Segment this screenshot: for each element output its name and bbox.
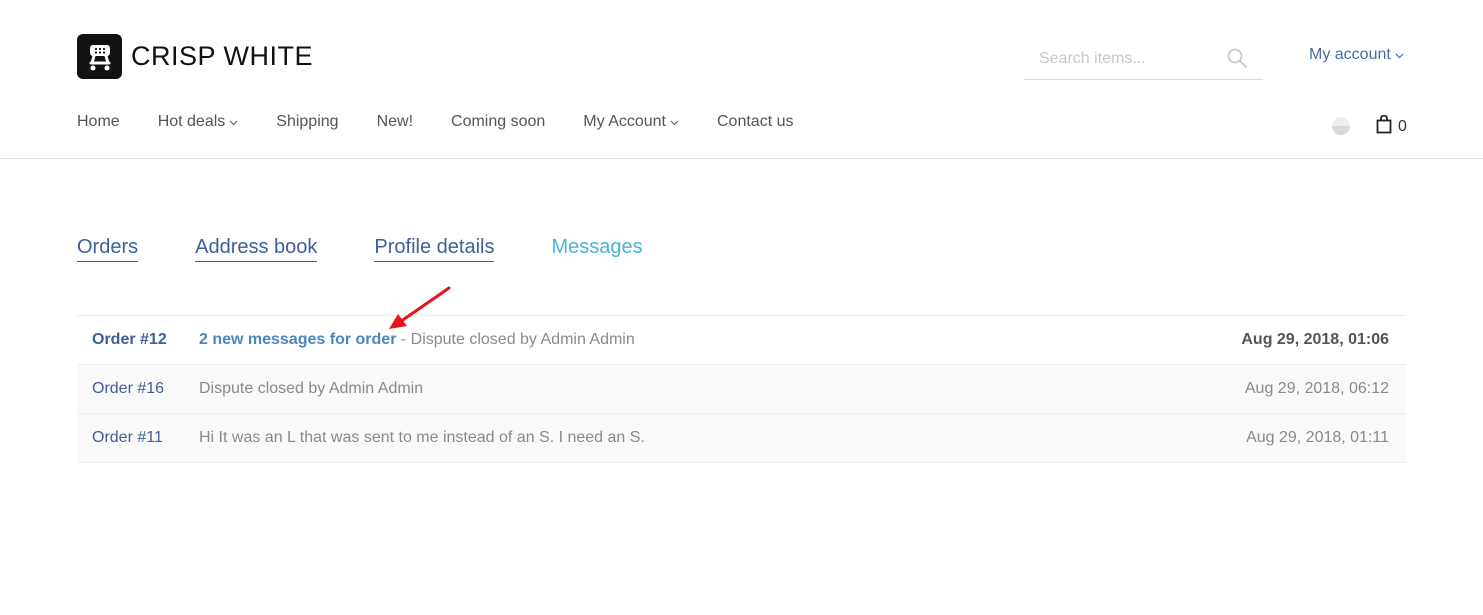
nav-contact-us[interactable]: Contact us xyxy=(717,113,793,131)
message-text: Hi It was an L that was sent to me inste… xyxy=(199,429,645,446)
tab-orders[interactable]: Orders xyxy=(77,235,139,262)
tab-messages[interactable]: Messages xyxy=(551,235,642,262)
tab-address-book[interactable]: Address book xyxy=(195,235,318,262)
search-icon[interactable] xyxy=(1227,48,1247,73)
order-link[interactable]: Order #11 xyxy=(77,429,199,447)
order-link[interactable]: Order #16 xyxy=(77,380,199,398)
cart-button[interactable]: 0 xyxy=(1376,114,1407,139)
main-nav: Home Hot deals Shipping New! Coming soon… xyxy=(77,113,831,131)
message-body: 2 new messages for order - Dispute close… xyxy=(199,331,1241,349)
brand-logo[interactable]: CRISP WHITE xyxy=(77,34,313,79)
message-separator: - xyxy=(396,331,411,348)
nav-label: My Account xyxy=(583,113,666,130)
message-row[interactable]: Order #16 Dispute closed by Admin Admin … xyxy=(77,365,1406,414)
new-messages-link[interactable]: 2 new messages for order xyxy=(199,331,396,348)
shopping-bag-icon xyxy=(1376,114,1392,139)
nav-shipping[interactable]: Shipping xyxy=(276,113,338,131)
messages-list: Order #12 2 new messages for order - Dis… xyxy=(77,315,1406,463)
search-box xyxy=(1024,38,1263,80)
chevron-down-icon xyxy=(229,113,238,131)
chevron-down-icon xyxy=(670,113,679,131)
cart-count: 0 xyxy=(1398,118,1407,135)
message-row[interactable]: Order #11 Hi It was an L that was sent t… xyxy=(77,414,1406,463)
nav-label: Home xyxy=(77,113,120,130)
nav-coming-soon[interactable]: Coming soon xyxy=(451,113,545,131)
message-text: Dispute closed by Admin Admin xyxy=(199,380,424,397)
nav-label: Contact us xyxy=(717,113,794,130)
message-date: Aug 29, 2018, 01:06 xyxy=(1241,331,1389,348)
account-tabs: Orders Address book Profile details Mess… xyxy=(77,235,700,262)
account-menu-label: My account xyxy=(1309,46,1391,63)
account-menu[interactable]: My account xyxy=(1309,46,1404,64)
nav-hot-deals[interactable]: Hot deals xyxy=(158,113,239,131)
tab-profile-details[interactable]: Profile details xyxy=(374,235,495,262)
theme-toggle-icon[interactable] xyxy=(1331,116,1351,141)
nav-home[interactable]: Home xyxy=(77,113,120,131)
chevron-down-icon xyxy=(1395,46,1404,64)
message-date: Aug 29, 2018, 06:12 xyxy=(1244,380,1389,397)
nav-label: Coming soon xyxy=(451,113,546,130)
nav-label: Shipping xyxy=(276,113,339,130)
message-row[interactable]: Order #12 2 new messages for order - Dis… xyxy=(77,316,1406,365)
order-link[interactable]: Order #12 xyxy=(77,331,199,349)
nav-new[interactable]: New! xyxy=(377,113,413,131)
message-date: Aug 29, 2018, 01:11 xyxy=(1246,429,1389,446)
nav-label: Hot deals xyxy=(157,113,226,130)
cart-logo-icon xyxy=(77,34,122,79)
nav-label: New! xyxy=(376,113,414,130)
site-header: CRISP WHITE My account Home Hot deals Sh… xyxy=(0,0,1483,159)
brand-name: CRISP WHITE xyxy=(131,41,314,71)
nav-my-account[interactable]: My Account xyxy=(583,113,679,131)
message-text: Dispute closed by Admin Admin xyxy=(410,331,635,348)
